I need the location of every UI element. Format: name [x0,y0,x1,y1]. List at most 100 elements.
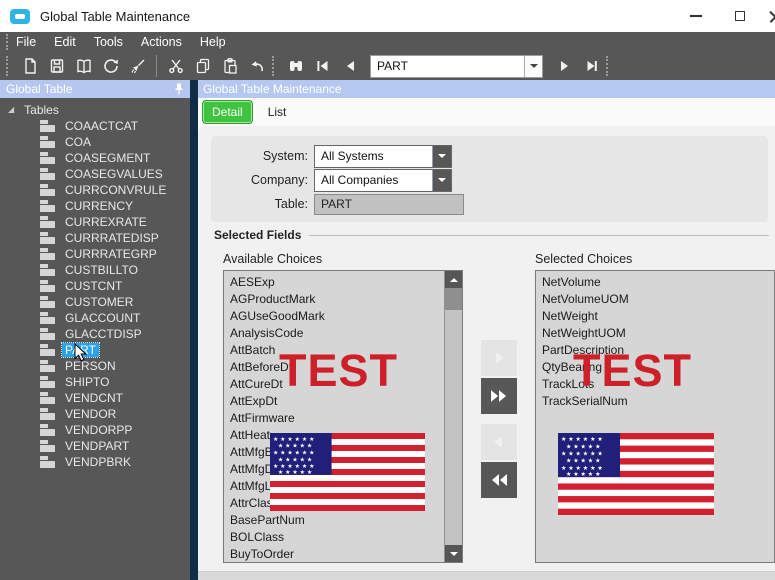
first-record-button[interactable] [309,54,336,78]
tab-list[interactable]: List [259,101,296,123]
pin-icon[interactable] [174,83,184,95]
list-item[interactable]: TrackLots [542,376,774,393]
tree-item-table[interactable]: CURRCONVRULE [0,182,190,198]
tree-item-table[interactable]: VENDOR [0,406,190,422]
list-item[interactable]: AttMfgDt [230,461,462,478]
tab-detail[interactable]: Detail [202,100,253,124]
tree-item-table[interactable]: CUSTCNT [0,278,190,294]
tree-item-table[interactable]: COAACTCAT [0,118,190,134]
list-item[interactable]: AttFirmware [230,410,462,427]
vertical-scrollbar[interactable] [444,271,462,562]
open-button[interactable] [70,54,97,78]
menu-item[interactable]: Actions [141,35,182,49]
tree-root-tables[interactable]: ◢ Tables [0,102,190,118]
previous-record-button[interactable] [336,54,363,78]
refresh-button[interactable] [97,54,124,78]
copy-icon [196,58,209,74]
chevron-down-icon [438,154,446,158]
move-all-right-button[interactable] [481,378,517,414]
menu-item[interactable]: Edit [54,35,76,49]
list-item[interactable]: BOLClass [230,529,462,546]
tree-item-label: PART [61,342,100,358]
move-right-button[interactable] [481,340,517,376]
list-item[interactable]: AESExp [230,274,462,291]
list-item[interactable]: QtyBearing [542,359,774,376]
maximize-button[interactable] [718,0,762,32]
tree-item-table[interactable]: COASEGMENT [0,150,190,166]
tree-item-table[interactable]: COA [0,134,190,150]
list-item[interactable]: AnalysisCode [230,325,462,342]
available-choices-listbox[interactable]: AESExp AGProductMark AGUseGoodMark Analysis… [223,270,463,563]
list-item[interactable]: NetVolume [542,274,774,291]
list-item[interactable]: AttExpDt [230,393,462,410]
tree-item-table[interactable]: CURRRATEDISP [0,230,190,246]
close-button[interactable] [762,0,775,32]
clean-button[interactable] [124,54,151,78]
tree-item-table[interactable]: VENDPART [0,438,190,454]
tree-item-table[interactable]: VENDPBRK [0,454,190,470]
paste-button[interactable] [216,54,243,78]
menu-item[interactable]: Tools [94,35,123,49]
new-button[interactable] [16,54,43,78]
copy-button[interactable] [189,54,216,78]
list-item[interactable]: AttrClassID [230,495,462,512]
list-item[interactable]: BasePartNum [230,512,462,529]
list-item[interactable]: AttMfgBatch [230,444,462,461]
drag-grip[interactable] [606,56,610,76]
list-item[interactable]: AttMfgLot [230,478,462,495]
scrollbar-thumb[interactable] [445,288,462,310]
tree-item-table[interactable]: VENDCNT [0,390,190,406]
tree-item-table[interactable]: PART [0,342,190,358]
list-item[interactable]: PartDescription [542,342,774,359]
menu-item[interactable]: File [16,35,36,49]
tree-item-table[interactable]: CURRRATEGRP [0,246,190,262]
last-record-button[interactable] [577,54,604,78]
system-dropdown-button[interactable] [432,145,451,167]
company-value: All Companies [321,173,399,187]
tree-item-table[interactable]: CURREXRATE [0,214,190,230]
move-all-left-button[interactable] [481,462,517,498]
tree-item-table[interactable]: GLACCOUNT [0,310,190,326]
tree-item-table[interactable]: PERSON [0,358,190,374]
save-button[interactable] [43,54,70,78]
find-button[interactable] [282,54,309,78]
drag-grip[interactable] [6,34,10,50]
cut-button[interactable] [162,54,189,78]
minimize-button[interactable] [674,0,718,32]
list-item[interactable]: TrackSerialNum [542,393,774,410]
list-item[interactable]: AttBeforeDt [230,359,462,376]
record-selector-dropdown-button[interactable] [524,55,542,77]
list-item[interactable]: NetVolumeUOM [542,291,774,308]
list-item[interactable]: AttHeat [230,427,462,444]
next-record-button[interactable] [550,54,577,78]
panel-splitter[interactable] [190,80,198,580]
tree-item-table[interactable]: CUSTBILLTO [0,262,190,278]
list-item[interactable]: AGProductMark [230,291,462,308]
list-item[interactable]: NetWeightUOM [542,325,774,342]
tree-item-table[interactable]: CUSTOMER [0,294,190,310]
scroll-up-button[interactable] [445,271,462,288]
tree-item-table[interactable]: COASEGVALUES [0,166,190,182]
tree-item-table[interactable]: VENDORPP [0,422,190,438]
undo-button[interactable] [243,54,270,78]
tree-expander-icon[interactable]: ◢ [8,106,14,114]
tree-item-table[interactable]: SHIPTO [0,374,190,390]
list-item[interactable]: BuyToOrder [230,546,462,562]
menu-item[interactable]: Help [200,35,226,49]
company-combobox[interactable]: All Companies [314,168,452,192]
list-item[interactable]: AGUseGoodMark [230,308,462,325]
selected-choices-listbox[interactable]: NetVolume NetVolumeUOM NetWeight NetWeightU… [535,270,775,563]
list-item[interactable]: AttCureDt [230,376,462,393]
drag-grip[interactable] [272,56,276,76]
tree-item-table[interactable]: GLACCTDISP [0,326,190,342]
tree-item-table[interactable]: CURRENCY [0,198,190,214]
move-left-button[interactable] [481,424,517,460]
app-icon [10,8,30,24]
scroll-down-button[interactable] [445,545,462,562]
drag-grip[interactable] [6,56,10,76]
system-combobox[interactable]: All Systems [314,144,452,168]
list-item[interactable]: NetWeight [542,308,774,325]
record-selector-combobox[interactable]: PART [370,54,543,78]
list-item[interactable]: AttBatch [230,342,462,359]
company-dropdown-button[interactable] [432,169,451,191]
